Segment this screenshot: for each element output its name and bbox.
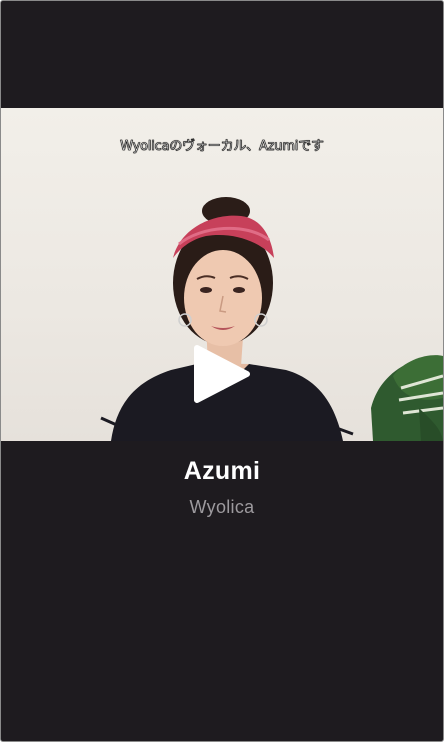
plant-image bbox=[371, 355, 443, 441]
video-player[interactable]: Wyolicaのヴォーカル、Azumiです bbox=[1, 108, 443, 441]
track-title: Azumi bbox=[183, 457, 261, 485]
play-icon bbox=[194, 345, 250, 403]
video-subtitle: Wyolicaのヴォーカル、Azumiです bbox=[120, 139, 324, 155]
artist-name[interactable]: Wyolica bbox=[1, 497, 443, 518]
play-button[interactable] bbox=[189, 342, 253, 406]
video-card: Wyolicaのヴォーカル、Azumiです Azumi Wyolica bbox=[0, 0, 444, 742]
